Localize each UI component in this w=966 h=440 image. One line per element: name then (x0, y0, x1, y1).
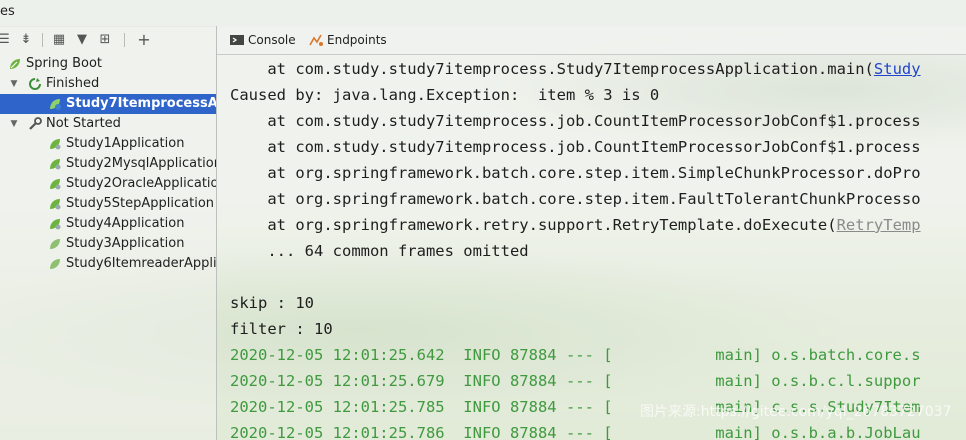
console-line: Caused by: java.lang.Exception: item % 3… (230, 86, 660, 104)
console-line: ... 64 common frames omitted (230, 242, 529, 260)
tree-node-label: Study2OracleApplication (66, 176, 216, 191)
group-icon[interactable]: ▦ (51, 32, 67, 48)
console-line: at com.study.study7itemprocess.job.Count… (230, 112, 921, 130)
endpoints-icon (309, 34, 323, 46)
output-tabs: Console Endpoints (217, 26, 966, 55)
source-link[interactable]: Study (874, 60, 921, 78)
filter-icon[interactable]: ▼ (74, 32, 90, 48)
console-line: at com.study.study7itemprocess.job.Count… (230, 138, 921, 156)
tree-node-spring-boot[interactable]: Spring Boot (0, 54, 216, 74)
tree-item-app[interactable]: Study2OracleApplication (0, 174, 216, 194)
spring-app-icon (50, 99, 61, 110)
run-output-panel: Console Endpoints at com.study.study7ite… (217, 26, 966, 440)
console-log-line: 2020-12-05 12:01:25.642 INFO 87884 --- [… (230, 346, 921, 364)
spring-boot-icon (10, 59, 20, 69)
tab-console[interactable]: Console (230, 26, 310, 54)
watermark: 图片来源:https://gitee.com/yql_26783727037 (640, 404, 952, 420)
console-log-line: 2020-12-05 12:01:25.679 INFO 87884 --- [… (230, 372, 921, 390)
tree-node-label: Study2MysqlApplication (66, 156, 216, 171)
console-line: at com.study.study7itemprocess.Study7Ite… (230, 56, 921, 82)
finished-status-icon (29, 78, 41, 90)
tree-item-app[interactable]: Study1Application (0, 134, 216, 154)
console-line: filter : 10 (230, 320, 333, 338)
console-line: at org.springframework.batch.core.step.i… (230, 190, 921, 208)
expand-all-icon[interactable]: ☰ (0, 32, 12, 48)
add-icon[interactable]: + (136, 32, 152, 48)
source-link[interactable]: RetryTemp (837, 216, 921, 234)
console-log-line: 2020-12-05 12:01:25.786 INFO 87884 --- [… (230, 424, 921, 440)
wrench-icon (29, 117, 42, 130)
tree-item-app[interactable]: Study5StepApplication (0, 194, 216, 214)
spring-app-icon (50, 139, 61, 150)
tab-label: Endpoints (327, 33, 387, 47)
tree-node-label: Study7ItemprocessAppli (66, 96, 216, 111)
toolbar-separator (124, 33, 125, 47)
services-panel: ☰ ⇟ ▦ ▼ ⊞ + Spring Boot ▼ Finished Study… (0, 26, 217, 440)
console-icon (230, 35, 244, 45)
tree-item-selected-app[interactable]: Study7ItemprocessAppli (0, 94, 216, 114)
chevron-down-icon[interactable]: ▼ (8, 74, 20, 94)
tree-node-label: Study3Application (66, 236, 185, 251)
tree-item-app[interactable]: Study6ItemreaderApplicat (0, 254, 216, 274)
tree-node-not-started[interactable]: ▼ Not Started (0, 114, 216, 134)
window-title-strip: es (0, 0, 966, 27)
tree-item-app[interactable]: Study2MysqlApplication (0, 154, 216, 174)
tree-node-label: Not Started (46, 116, 121, 131)
new-tab-icon[interactable]: ⊞ (97, 32, 113, 48)
console-text: at org.springframework.retry.support.Ret… (230, 216, 837, 234)
spring-app-icon (50, 179, 61, 190)
tab-endpoints[interactable]: Endpoints (309, 26, 399, 54)
collapse-all-icon[interactable]: ⇟ (18, 32, 34, 48)
console-output[interactable]: at com.study.study7itemprocess.Study7Ite… (217, 54, 966, 440)
tree-node-label: Study5StepApplication (66, 196, 215, 211)
tree-node-label: Finished (46, 76, 100, 91)
console-line: skip : 10 (230, 294, 314, 312)
spring-app-icon (50, 199, 61, 210)
tree-node-label: Study1Application (66, 136, 185, 151)
console-line: at org.springframework.retry.support.Ret… (230, 212, 921, 238)
tree-node-label: Spring Boot (26, 56, 103, 71)
toolbar-separator (42, 33, 43, 47)
console-text: at com.study.study7itemprocess.Study7Ite… (230, 60, 874, 78)
spring-app-icon (50, 219, 61, 230)
chevron-down-icon[interactable]: ▼ (8, 114, 20, 134)
spring-app-icon (50, 239, 60, 249)
services-toolbar: ☰ ⇟ ▦ ▼ ⊞ + (0, 26, 216, 54)
tree-node-label: Study4Application (66, 216, 185, 231)
tree-node-finished[interactable]: ▼ Finished (0, 74, 216, 94)
tree-item-app[interactable]: Study4Application (0, 214, 216, 234)
tree-item-app[interactable]: Study3Application (0, 234, 216, 254)
tab-label: Console (248, 33, 296, 47)
console-line: at org.springframework.batch.core.step.i… (230, 164, 921, 182)
spring-app-icon (50, 159, 61, 170)
spring-app-icon (50, 259, 60, 269)
window-title: es (0, 4, 15, 19)
tree-node-label: Study6ItemreaderApplicat (66, 256, 216, 271)
